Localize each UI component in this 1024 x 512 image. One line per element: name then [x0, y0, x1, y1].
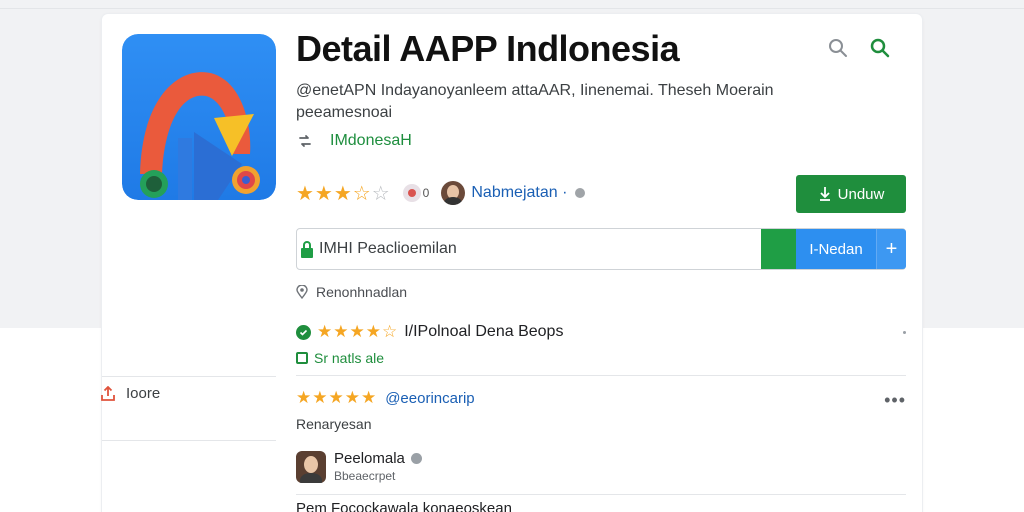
install-bar-text: IMHI Peaclioemilan	[319, 240, 457, 257]
reviewer: Peelomala Bbeaecrpet	[296, 450, 422, 483]
review-summary-row: ★★★★☆ I/IPolnoal Dena Beops	[296, 321, 906, 343]
more-options-icon[interactable]: •••	[884, 390, 906, 411]
dot-icon	[903, 331, 906, 334]
review-header-row: ★★★★★ @eeorincarip •••	[296, 388, 906, 411]
reviewer-avatar	[296, 450, 326, 483]
review-handle-link[interactable]: @eeorincarip	[385, 390, 474, 407]
publisher-avatar	[441, 181, 466, 205]
review-summary-label: I/IPolnoal Dena Beops	[404, 323, 564, 340]
install-indicator	[761, 229, 796, 269]
download-label: Unduw	[837, 185, 885, 203]
section-divider	[296, 375, 906, 376]
top-divider	[0, 8, 1024, 9]
status-text: Sr natls ale	[314, 350, 385, 366]
info-icon	[575, 188, 586, 198]
location-row: Renonhnadlan	[296, 284, 407, 300]
app-description: @enetAPN Indayanoyanleem attaAAR, Iinene…	[296, 82, 774, 121]
install-button[interactable]: I-Nedan	[796, 229, 876, 269]
check-circle-icon	[296, 324, 311, 340]
search-icon[interactable]	[826, 36, 850, 60]
app-detail-card: Detail AAPP Indlonesia @enetAPN Indayano…	[102, 14, 922, 512]
status-row: Sr natls ale	[296, 350, 384, 366]
share-label: Ioore	[126, 385, 161, 402]
publisher-link[interactable]: Nabmejatan ·	[471, 184, 567, 202]
app-icon	[122, 34, 276, 200]
star-rating: ★★★★★	[296, 388, 378, 407]
developer-row: IMdonesaH	[296, 130, 412, 152]
side-divider	[102, 440, 276, 441]
badge-icon	[402, 184, 421, 202]
section-divider	[296, 494, 906, 495]
reviewer-subtitle: Bbeaecrpet	[334, 469, 396, 483]
download-button[interactable]: Unduw	[796, 175, 906, 213]
side-divider	[102, 376, 276, 377]
sync-icon	[299, 135, 311, 147]
share-button[interactable]: Ioore	[100, 385, 160, 402]
location-pin-icon	[296, 285, 308, 299]
status-square-icon	[296, 352, 308, 364]
download-icon	[819, 187, 830, 201]
share-icon	[101, 385, 115, 401]
rating-count: 0	[422, 186, 430, 200]
star-rating: ★★★☆☆	[296, 182, 391, 205]
star-rating: ★★★★☆	[317, 322, 399, 341]
install-bar[interactable]: IMHI Peaclioemilan I-Nedan +	[296, 228, 906, 270]
developer-link[interactable]: IMdonesaH	[330, 132, 412, 150]
app-title: Detail AAPP Indlonesia	[296, 28, 680, 69]
review-body: Pem Focockawala konaeoskean	[296, 500, 512, 512]
location-text: Renonhnadlan	[316, 284, 408, 300]
reviewer-name: Peelomala	[334, 450, 405, 467]
lock-icon	[301, 241, 313, 258]
review-subtitle: Renaryesan	[296, 416, 372, 432]
rating-row: ★★★☆☆ 0 Nabmejatan ·	[296, 180, 586, 206]
verified-icon	[410, 453, 422, 464]
search-icon[interactable]	[868, 36, 892, 60]
add-button[interactable]: +	[876, 229, 906, 269]
